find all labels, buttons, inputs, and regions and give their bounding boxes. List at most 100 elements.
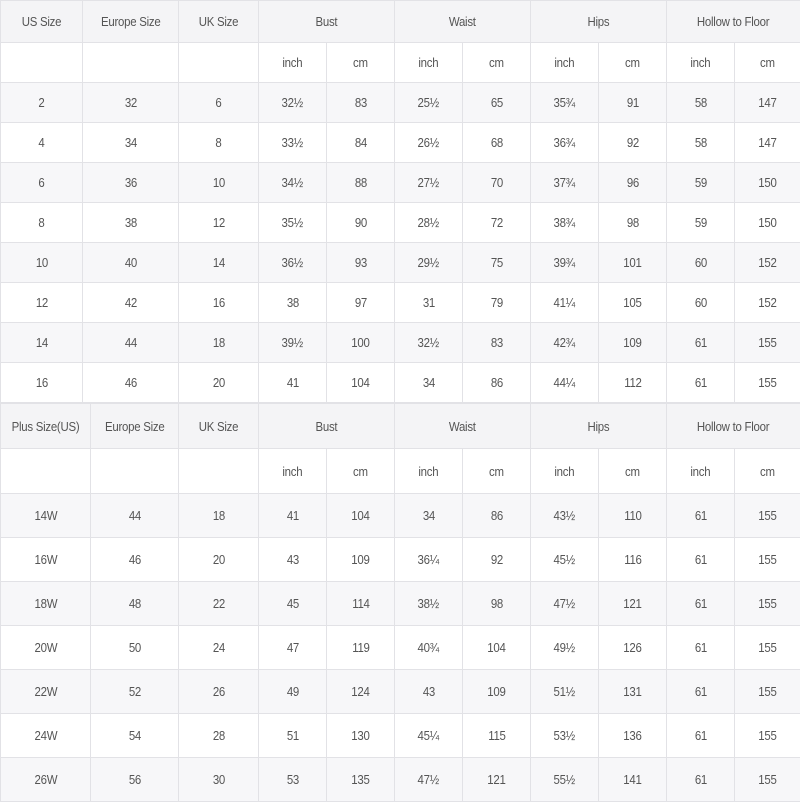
table-cell-text: 41¼ bbox=[554, 295, 575, 310]
table-cell-text: 116 bbox=[624, 552, 641, 567]
table-cell-text: 155 bbox=[758, 640, 776, 655]
table-cell-text: 40¾ bbox=[418, 640, 439, 655]
table-cell: 59 bbox=[667, 203, 735, 243]
table-cell: 35¾ bbox=[531, 83, 599, 123]
table-cell-text: 34 bbox=[124, 135, 136, 150]
table-cell-text: 50 bbox=[128, 640, 140, 655]
table-cell: 44 bbox=[83, 323, 179, 363]
table-cell: 92 bbox=[463, 538, 531, 582]
table-cell: 79 bbox=[463, 283, 531, 323]
unit-header-text: cm bbox=[625, 464, 640, 479]
table-cell-text: 20 bbox=[212, 375, 224, 390]
table-cell-text: 18 bbox=[212, 335, 224, 350]
table-cell: 61 bbox=[667, 494, 735, 538]
table-cell: 20 bbox=[179, 363, 259, 403]
table-cell-text: 40 bbox=[124, 255, 136, 270]
unit-header-text: cm bbox=[353, 55, 368, 70]
table-cell-text: 28 bbox=[212, 728, 224, 743]
table-cell-text: 59 bbox=[694, 215, 706, 230]
column-header: US Size bbox=[1, 1, 83, 43]
column-header: Waist bbox=[395, 1, 531, 43]
unit-header: inch bbox=[395, 43, 463, 83]
table-cell: 104 bbox=[327, 363, 395, 403]
table-cell-text: 43 bbox=[422, 684, 434, 699]
table-cell: 47½ bbox=[395, 758, 463, 802]
table-cell-text: 39½ bbox=[282, 335, 303, 350]
table-cell: 36 bbox=[83, 163, 179, 203]
table-cell-text: 130 bbox=[351, 728, 369, 743]
table-cell: 155 bbox=[735, 494, 800, 538]
table-cell-text: 46 bbox=[124, 375, 136, 390]
table-cell: 38¾ bbox=[531, 203, 599, 243]
table-cell-text: 45¼ bbox=[418, 728, 439, 743]
table-cell: 155 bbox=[735, 758, 800, 802]
unit-header: inch bbox=[395, 449, 463, 494]
table-cell: 37¾ bbox=[531, 163, 599, 203]
table-cell: 97 bbox=[327, 283, 395, 323]
table-cell: 131 bbox=[599, 670, 667, 714]
table-cell: 147 bbox=[735, 83, 800, 123]
table-cell-text: 44¼ bbox=[554, 375, 575, 390]
unit-header: inch bbox=[667, 43, 735, 83]
unit-header: inch bbox=[531, 449, 599, 494]
table-cell-text: 6 bbox=[38, 175, 44, 190]
table-cell: 60 bbox=[667, 283, 735, 323]
table-cell: 50 bbox=[91, 626, 179, 670]
unit-header-text: inch bbox=[283, 55, 303, 70]
table-cell-text: 93 bbox=[354, 255, 366, 270]
column-header-text: Waist bbox=[449, 14, 476, 29]
table-cell: 75 bbox=[463, 243, 531, 283]
table-cell-text: 27½ bbox=[418, 175, 439, 190]
table-cell-text: 155 bbox=[758, 508, 776, 523]
table-cell-text: 61 bbox=[694, 375, 706, 390]
unit-header: cm bbox=[599, 43, 667, 83]
table-cell: 155 bbox=[735, 714, 800, 758]
table-cell-text: 46 bbox=[128, 552, 140, 567]
table-cell-text: 20W bbox=[34, 640, 57, 655]
table-cell-text: 109 bbox=[623, 335, 641, 350]
table-cell: 32½ bbox=[259, 83, 327, 123]
table-cell-text: 38¾ bbox=[554, 215, 575, 230]
table-cell-text: 47 bbox=[286, 640, 298, 655]
table-cell-text: 53 bbox=[286, 772, 298, 787]
table-cell: 98 bbox=[463, 582, 531, 626]
table-cell: 152 bbox=[735, 283, 800, 323]
table-cell-text: 61 bbox=[694, 640, 706, 655]
table-cell-text: 131 bbox=[623, 684, 641, 699]
table-row: 26W56305313547½12155½14161155 bbox=[1, 758, 800, 802]
table-cell-text: 10 bbox=[212, 175, 224, 190]
column-header-text: Waist bbox=[449, 419, 476, 434]
table-cell: 8 bbox=[1, 203, 83, 243]
table-cell: 40 bbox=[83, 243, 179, 283]
unit-header-text: inch bbox=[691, 55, 711, 70]
table-cell: 121 bbox=[463, 758, 531, 802]
column-header: UK Size bbox=[179, 404, 259, 449]
table-cell-text: 25½ bbox=[418, 95, 439, 110]
table-cell: 109 bbox=[327, 538, 395, 582]
table-cell-text: 45 bbox=[286, 596, 298, 611]
table-cell: 110 bbox=[599, 494, 667, 538]
table-cell-text: 47½ bbox=[418, 772, 439, 787]
table-cell: 20 bbox=[179, 538, 259, 582]
table-cell: 12 bbox=[179, 203, 259, 243]
table-cell-text: 43½ bbox=[554, 508, 575, 523]
table-cell: 45 bbox=[259, 582, 327, 626]
table-row: 22W5226491244310951½13161155 bbox=[1, 670, 800, 714]
table-cell: 18 bbox=[179, 494, 259, 538]
table-cell-text: 53½ bbox=[554, 728, 575, 743]
table-cell: 24 bbox=[179, 626, 259, 670]
unit-header: inch bbox=[531, 43, 599, 83]
table-cell: 101 bbox=[599, 243, 667, 283]
table-cell-text: 110 bbox=[624, 508, 641, 523]
unit-row: inchcminchcminchcminchcm bbox=[1, 449, 800, 494]
table-cell-text: 36½ bbox=[282, 255, 303, 270]
table-cell-text: 49½ bbox=[554, 640, 575, 655]
table-cell: 90 bbox=[327, 203, 395, 243]
table-cell: 155 bbox=[735, 323, 800, 363]
table-cell: 155 bbox=[735, 582, 800, 626]
table-cell: 34 bbox=[83, 123, 179, 163]
table-cell: 27½ bbox=[395, 163, 463, 203]
table-cell: 91 bbox=[599, 83, 667, 123]
table-cell-text: 150 bbox=[758, 175, 776, 190]
table-cell: 33½ bbox=[259, 123, 327, 163]
